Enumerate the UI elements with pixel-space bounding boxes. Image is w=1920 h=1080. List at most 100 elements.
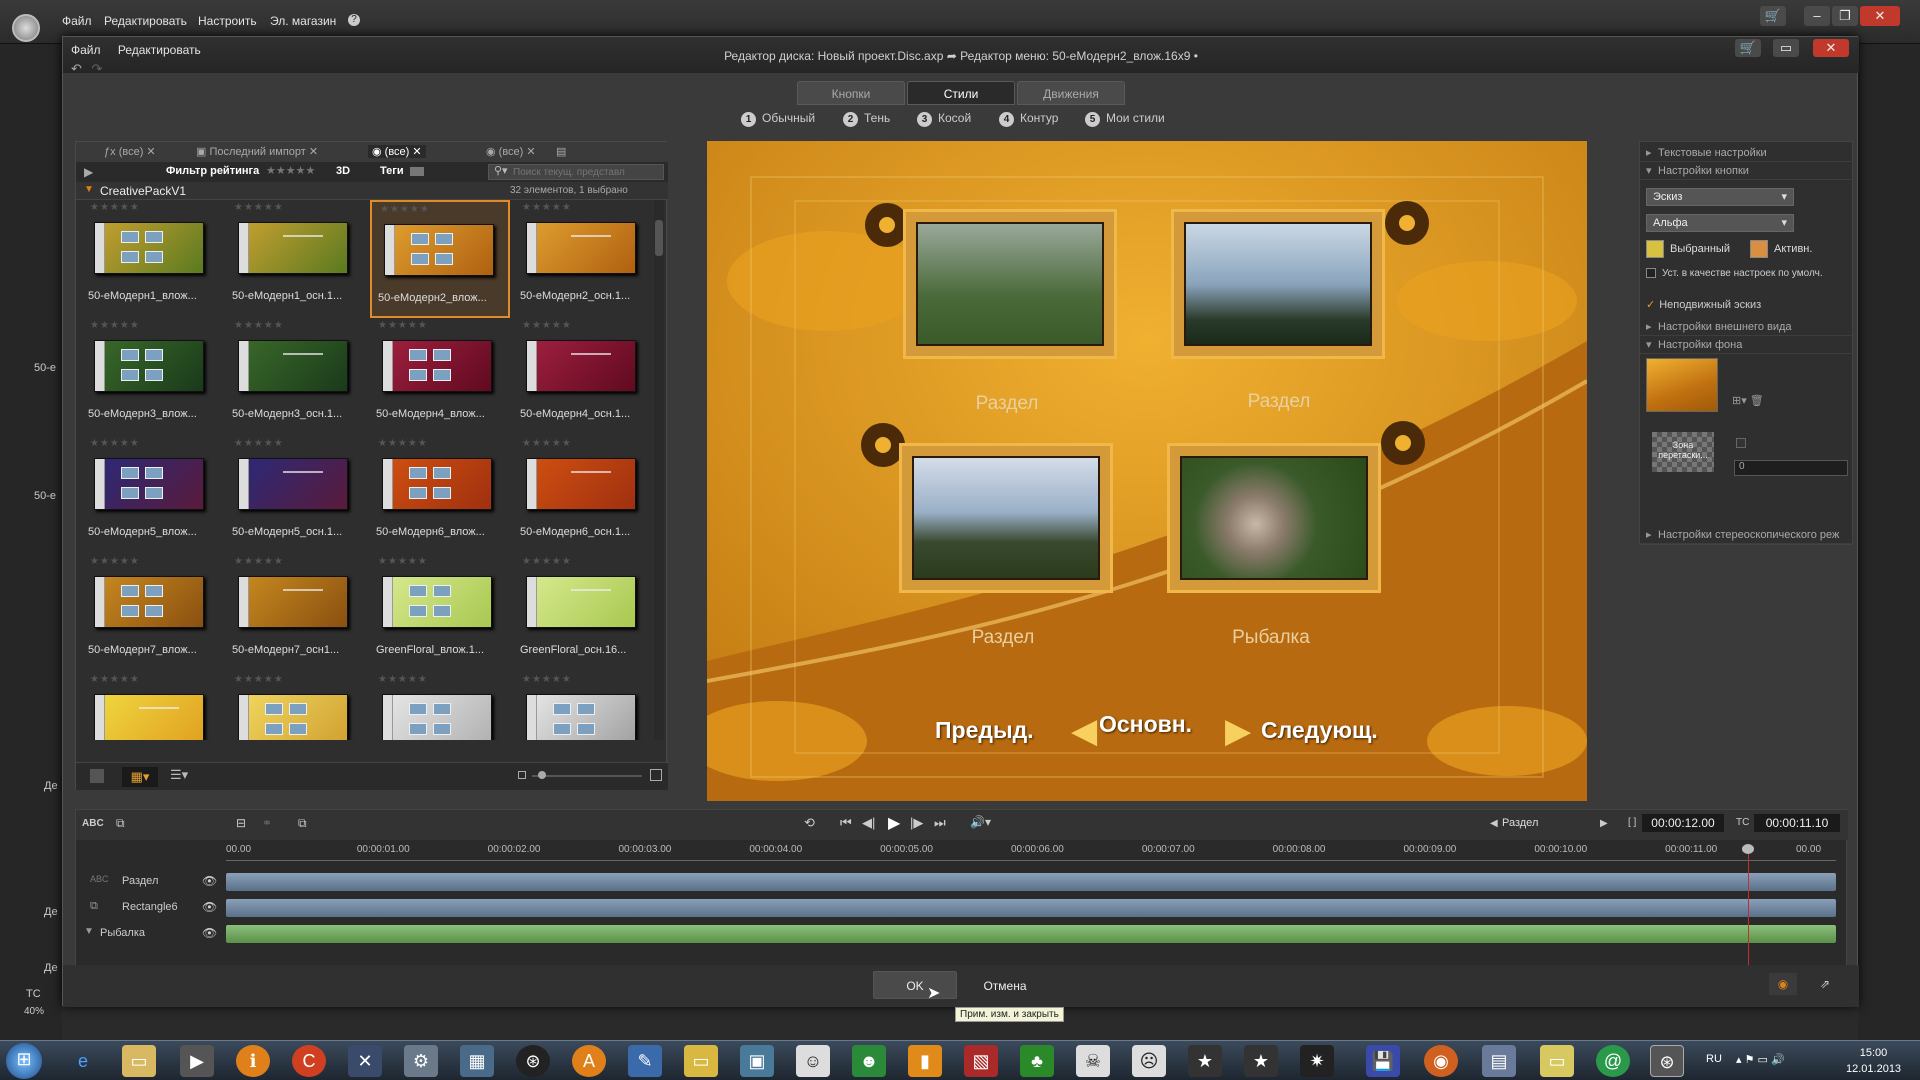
scrollbar-thumb[interactable] xyxy=(655,220,663,256)
fullscreen-icon[interactable]: ⇗ xyxy=(1811,973,1839,995)
rating-stars[interactable]: ★★★★★ xyxy=(90,202,140,213)
rating-stars[interactable]: ★★★★★ xyxy=(522,556,572,567)
menu-button-frame[interactable] xyxy=(903,209,1117,359)
menu-button-frame[interactable] xyxy=(1171,209,1385,359)
rating-stars[interactable]: ★★★★★ xyxy=(90,320,140,331)
tray-icons[interactable]: ▴ ⚑ ▭ 🔊 xyxy=(1736,1053,1785,1066)
dialog-close-button[interactable]: ✕ xyxy=(1813,39,1849,57)
rating-stars[interactable]: ★★★★★ xyxy=(234,674,284,685)
avast-app-icon[interactable]: A xyxy=(572,1045,606,1077)
browser-tab[interactable]: ƒx (все) ✕ xyxy=(104,145,156,158)
tags-icon[interactable] xyxy=(410,167,424,176)
search-input[interactable] xyxy=(488,164,664,180)
shape-tool-icon[interactable]: ⧉ xyxy=(116,816,125,831)
skull-app-icon[interactable]: ☠ xyxy=(1076,1045,1110,1077)
menu-button-frame[interactable] xyxy=(899,443,1113,593)
timeline-ruler[interactable]: 00.00 00:00:01.00 00:00:02.00 00:00:03.00 00… xyxy=(226,844,1826,860)
volume-icon[interactable]: 🔊▾ xyxy=(970,815,991,829)
language-indicator[interactable]: RU xyxy=(1706,1053,1722,1065)
filter-folder-icon[interactable]: ▶ xyxy=(84,165,93,179)
timeline-track[interactable]: ABC Раздел 👁 xyxy=(76,870,1836,894)
rating-stars[interactable]: ★★★★★ xyxy=(522,674,572,685)
rating-stars[interactable]: ★★★★★ xyxy=(522,202,572,213)
internet-explorer-icon[interactable]: e xyxy=(66,1045,100,1077)
background-settings-header[interactable]: Настройки фона xyxy=(1640,336,1854,354)
media-player-icon[interactable]: ▶ xyxy=(180,1045,214,1077)
app-logo-icon[interactable] xyxy=(12,14,40,42)
new-tab-icon[interactable]: ▤ xyxy=(556,145,566,158)
star-app-icon-2[interactable]: ★ xyxy=(1244,1045,1278,1077)
button-settings-header[interactable]: Настройки кнопки xyxy=(1640,162,1854,180)
template-thumbnail[interactable]: ★★★★★ xyxy=(370,672,510,740)
mail-app-icon[interactable]: @ xyxy=(1596,1045,1630,1077)
template-thumbnail[interactable]: ★★★★★ GreenFloral_влож.1... xyxy=(370,554,510,672)
template-thumbnail[interactable]: ★★★★★ xyxy=(82,672,222,740)
template-thumbnail[interactable]: ★★★★★ 50-еМодерн2_осн.1... xyxy=(514,200,652,318)
outer-menu-file[interactable]: Файл xyxy=(62,14,92,28)
selected-color-swatch[interactable] xyxy=(1646,240,1664,258)
browser-tab[interactable]: ◉ (все) ✕ xyxy=(486,145,536,158)
template-thumbnail[interactable]: ★★★★★ 50-еМодерн3_осн.1... xyxy=(226,318,366,436)
restore-button[interactable]: ❐ xyxy=(1832,6,1858,26)
template-thumbnail[interactable]: ★★★★★ 50-еМодерн5_влож... xyxy=(82,436,222,554)
static-thumbnail-checkbox[interactable]: ✓ Неподвижный эскиз xyxy=(1646,298,1761,311)
style-option-oblique[interactable]: 3 Косой xyxy=(917,111,971,127)
x-app-icon[interactable]: ✕ xyxy=(348,1045,382,1077)
minimize-button[interactable]: – xyxy=(1804,6,1830,26)
style-option-outline[interactable]: 4 Контур xyxy=(999,111,1058,127)
play-icon[interactable]: ▶ xyxy=(888,813,900,833)
active-color-swatch[interactable] xyxy=(1750,240,1768,258)
timeline-track[interactable]: ⧉ Rectangle6 👁 xyxy=(76,896,1836,920)
rating-stars[interactable]: ★★★★★ xyxy=(380,204,430,215)
settings-app-icon[interactable]: ⚙ xyxy=(404,1045,438,1077)
go-end-icon[interactable]: ⏭ xyxy=(934,815,946,831)
menu-button-frame[interactable] xyxy=(1167,443,1381,593)
rating-stars[interactable]: ★★★★★ xyxy=(90,556,140,567)
ok-button[interactable]: OK xyxy=(873,971,957,999)
system-clock[interactable]: 15:00 12.01.2013 xyxy=(1846,1045,1901,1077)
value-field[interactable]: 0 xyxy=(1734,460,1848,476)
template-thumbnail[interactable]: ★★★★★ 50-еМодерн2_влож... xyxy=(370,200,510,318)
template-thumbnail[interactable]: ★★★★★ 50-еМодерн5_осн.1... xyxy=(226,436,366,554)
template-thumbnail[interactable]: ★★★★★ 50-еМодерн6_влож... xyxy=(370,436,510,554)
game-app-icon[interactable]: ♣ xyxy=(1020,1045,1054,1077)
duration-field[interactable]: 00:00:12.00 xyxy=(1642,814,1724,832)
outer-help-icon[interactable]: ? xyxy=(348,14,360,26)
notes-app-icon[interactable]: ▭ xyxy=(684,1045,718,1077)
rating-stars[interactable]: ★★★★★ xyxy=(378,556,428,567)
browser-app-icon[interactable]: C xyxy=(292,1045,326,1077)
rating-stars[interactable]: ★★★★★ xyxy=(234,438,284,449)
background-options-icon[interactable]: ⊞▾ 🗑 xyxy=(1732,394,1764,407)
calendar-app-icon[interactable]: ▦ xyxy=(460,1045,494,1077)
rating-stars[interactable]: ★★★★★ xyxy=(378,438,428,449)
pinnacle-active-icon[interactable]: ⊛ xyxy=(1650,1045,1684,1077)
template-thumbnail[interactable]: ★★★★★ 50-еМодерн3_влож... xyxy=(82,318,222,436)
face-app-icon[interactable]: ☹ xyxy=(1132,1045,1166,1077)
browser-tab[interactable]: ▣ Последний импорт ✕ xyxy=(196,145,318,158)
track-clip[interactable] xyxy=(226,873,1836,891)
step-forward-icon[interactable]: |▶ xyxy=(910,815,923,831)
text-tool-icon[interactable]: ABC xyxy=(82,818,104,829)
template-thumbnail[interactable]: ★★★★★ xyxy=(514,672,652,740)
browser-tab-active[interactable]: ◉ (все) ✕ xyxy=(368,145,426,158)
template-thumbnail[interactable]: ★★★★★ 50-еМодерн4_влож... xyxy=(370,318,510,436)
app-icon[interactable]: ℹ xyxy=(236,1045,270,1077)
drop-zone[interactable]: Зона перетаски... xyxy=(1652,432,1714,472)
save-app-icon[interactable]: 💾 xyxy=(1366,1045,1400,1077)
playhead[interactable] xyxy=(1748,844,1749,974)
template-thumbnail[interactable]: ★★★★★ 50-еМодерн1_влож... xyxy=(82,200,222,318)
collapse-icon[interactable]: ▼ xyxy=(84,184,94,195)
track-clip[interactable] xyxy=(226,899,1836,917)
cart-icon[interactable]: 🛒 xyxy=(1760,6,1786,26)
align-tool-icon[interactable]: ⊟ xyxy=(236,816,246,830)
style-option-normal[interactable]: 1 Обычный xyxy=(741,111,815,127)
appearance-settings-header[interactable]: Настройки внешнего вида xyxy=(1640,318,1854,336)
rating-stars[interactable]: ★★★★★ xyxy=(378,320,428,331)
default-settings-checkbox[interactable]: Уст. в качестве настроек по умолч. xyxy=(1646,268,1846,280)
dialog-cart-icon[interactable]: 🛒 xyxy=(1735,39,1761,57)
template-thumbnail[interactable]: ★★★★★ 50-еМодерн1_осн.1... xyxy=(226,200,366,318)
tab-styles[interactable]: Стили xyxy=(907,81,1015,105)
grid-view-icon[interactable]: ▦▾ xyxy=(122,767,158,787)
template-thumbnail[interactable]: ★★★★★ GreenFloral_осн.16... xyxy=(514,554,652,672)
template-thumbnail[interactable]: ★★★★★ 50-еМодерн4_осн.1... xyxy=(514,318,652,436)
